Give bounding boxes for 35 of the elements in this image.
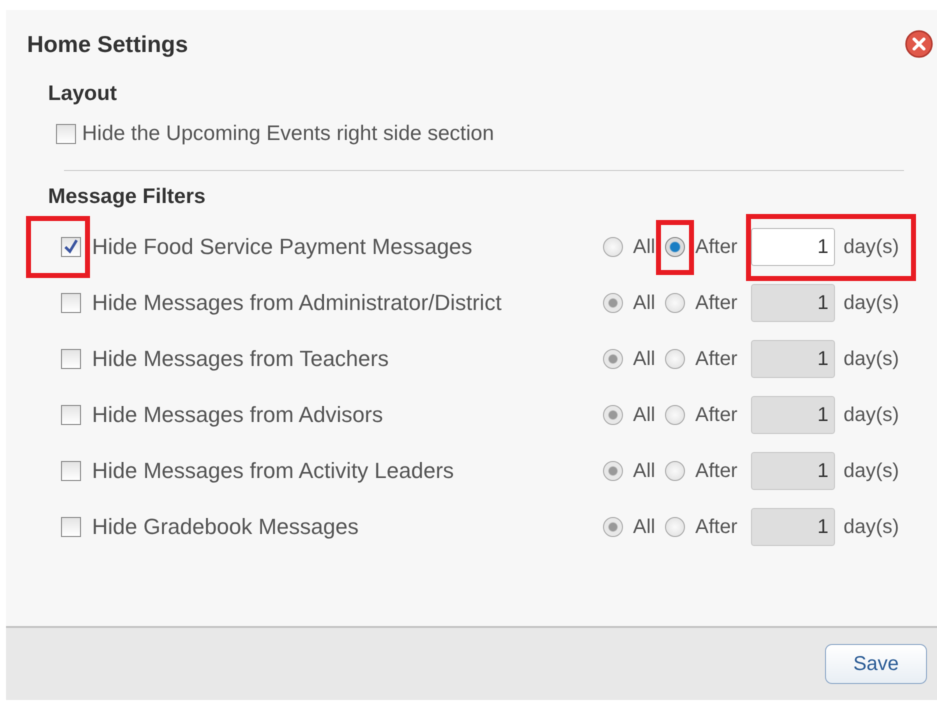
save-button[interactable]: Save bbox=[825, 644, 927, 684]
checkbox-label: Hide Food Service Payment Messages bbox=[92, 234, 474, 260]
radio-label: After bbox=[695, 460, 738, 482]
radio-label: After bbox=[695, 236, 738, 258]
radio-label: All bbox=[633, 292, 656, 314]
radio-button[interactable] bbox=[665, 237, 686, 257]
radio-label: All bbox=[633, 236, 656, 258]
checkbox-label: Hide Messages from Teachers bbox=[92, 346, 390, 372]
checkbox[interactable] bbox=[56, 124, 76, 144]
radio-label: All bbox=[633, 516, 656, 538]
section-heading: Layout bbox=[48, 82, 118, 106]
checkbox-label: Hide Messages from Administrator/District bbox=[92, 290, 503, 316]
checkbox-label: Hide Gradebook Messages bbox=[92, 514, 360, 540]
unit-label: day(s) bbox=[843, 460, 900, 482]
days-field[interactable]: 1 bbox=[751, 228, 836, 266]
unit-label: day(s) bbox=[843, 516, 900, 538]
checkbox-label: Hide Messages from Activity Leaders bbox=[92, 458, 455, 484]
checkbox[interactable] bbox=[61, 237, 81, 257]
checkbox-label: Hide the Upcoming Events right side section bbox=[82, 122, 494, 146]
close-icon[interactable] bbox=[905, 30, 933, 58]
radio-label: All bbox=[633, 460, 656, 482]
checkbox-label: Hide Messages from Advisors bbox=[92, 402, 384, 428]
radio-button[interactable] bbox=[603, 237, 623, 257]
radio-label: All bbox=[633, 404, 656, 426]
radio-label: After bbox=[695, 292, 738, 314]
radio-label: After bbox=[695, 348, 738, 370]
radio-label: After bbox=[695, 516, 738, 538]
radio-label: After bbox=[695, 404, 738, 426]
unit-label: day(s) bbox=[843, 404, 900, 426]
section-heading: Message Filters bbox=[48, 185, 207, 209]
dialog-title: Home Settings bbox=[27, 30, 188, 58]
unit-label: day(s) bbox=[843, 348, 900, 370]
unit-label: day(s) bbox=[843, 236, 900, 258]
radio-label: All bbox=[633, 348, 656, 370]
unit-label: day(s) bbox=[843, 292, 900, 314]
